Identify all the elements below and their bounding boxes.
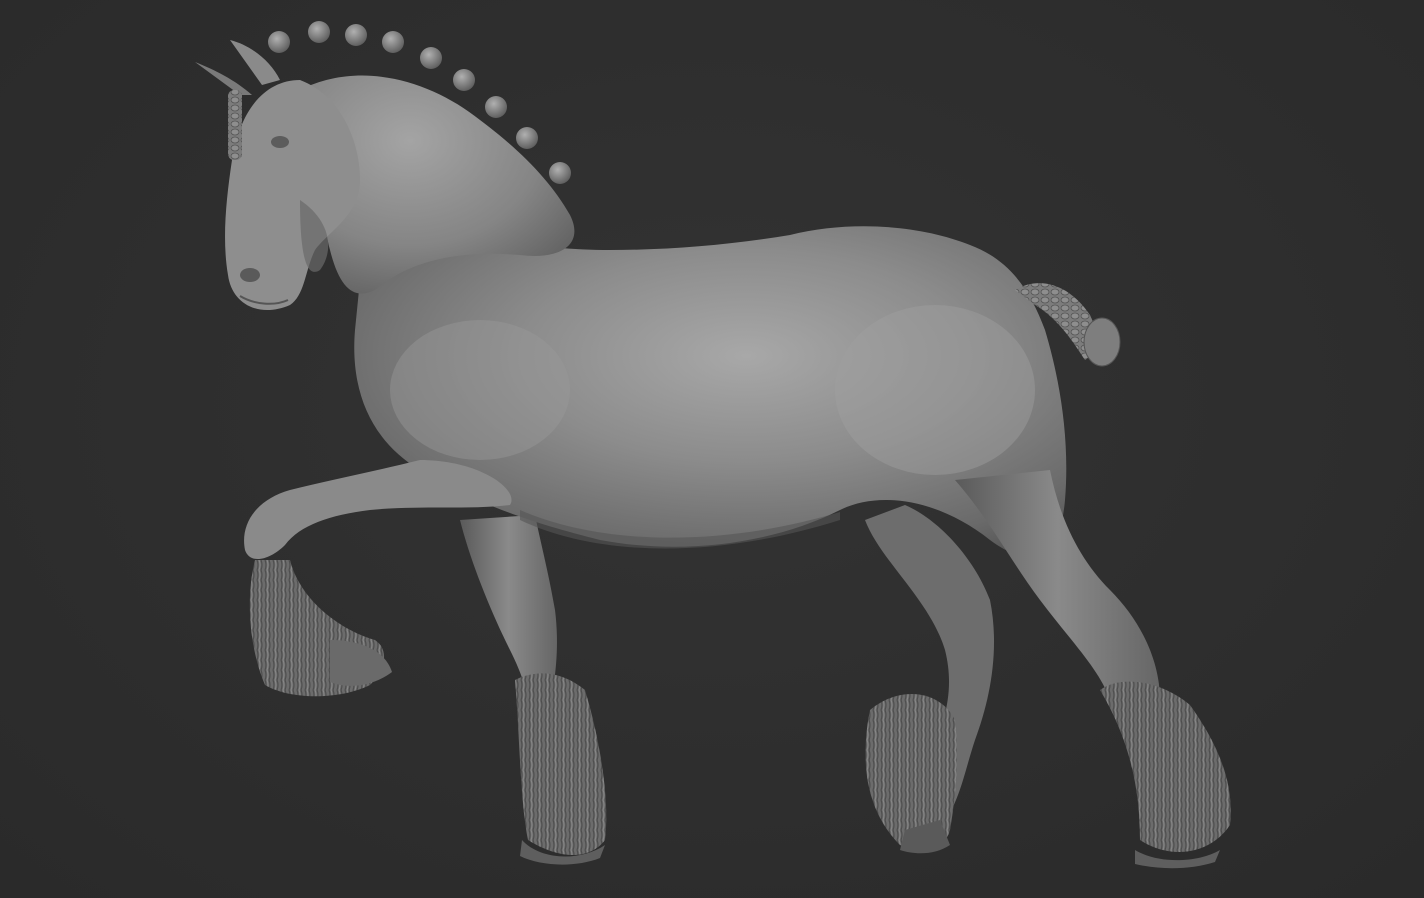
near-fore-hoof [330, 640, 392, 686]
near-hind-leg [955, 470, 1231, 869]
mane-knob [485, 96, 507, 118]
far-fore-leg [460, 515, 607, 865]
hip-muscle [835, 305, 1035, 475]
near-hind-hoof [1135, 850, 1220, 869]
nostril [240, 268, 260, 282]
mane-knob [308, 21, 330, 43]
horse-sculpt-render [195, 21, 1231, 869]
mane-knob [420, 47, 442, 69]
tail-tip [1083, 317, 1121, 367]
far-hind-feather [865, 693, 958, 850]
near-fore-leg-raised [244, 460, 512, 697]
far-hind-leg [865, 505, 995, 854]
eye [271, 136, 289, 148]
mane-knob [516, 127, 538, 149]
shoulder-muscle [390, 320, 570, 460]
near-hind-feather [1100, 681, 1231, 852]
mane-knob [268, 31, 290, 53]
mane-knob [345, 24, 367, 46]
far-fore-feather [515, 673, 607, 855]
sculpt-viewport[interactable] [0, 0, 1424, 898]
right-ear [195, 62, 252, 95]
mane-knob [453, 69, 475, 91]
mane-knob [549, 162, 571, 184]
mane-knob [382, 31, 404, 53]
forelock-braid [228, 90, 242, 160]
